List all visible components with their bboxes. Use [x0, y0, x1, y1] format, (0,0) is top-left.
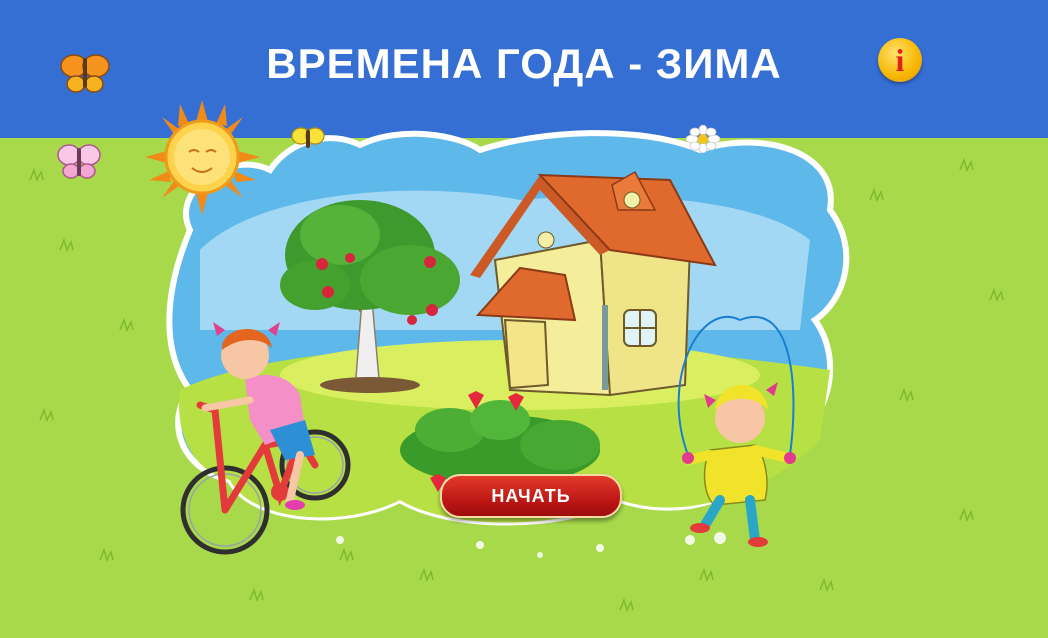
info-button[interactable]: i: [878, 38, 922, 82]
scene-illustration: [29, 130, 1004, 613]
info-icon: i: [895, 42, 905, 78]
flower-icon: [685, 125, 721, 153]
start-button-label: НАЧАТЬ: [491, 485, 571, 506]
sun-icon: [145, 100, 260, 215]
butterfly-icon: [291, 127, 325, 148]
start-button[interactable]: НАЧАТЬ: [440, 474, 622, 518]
butterfly-icon: [57, 144, 101, 179]
